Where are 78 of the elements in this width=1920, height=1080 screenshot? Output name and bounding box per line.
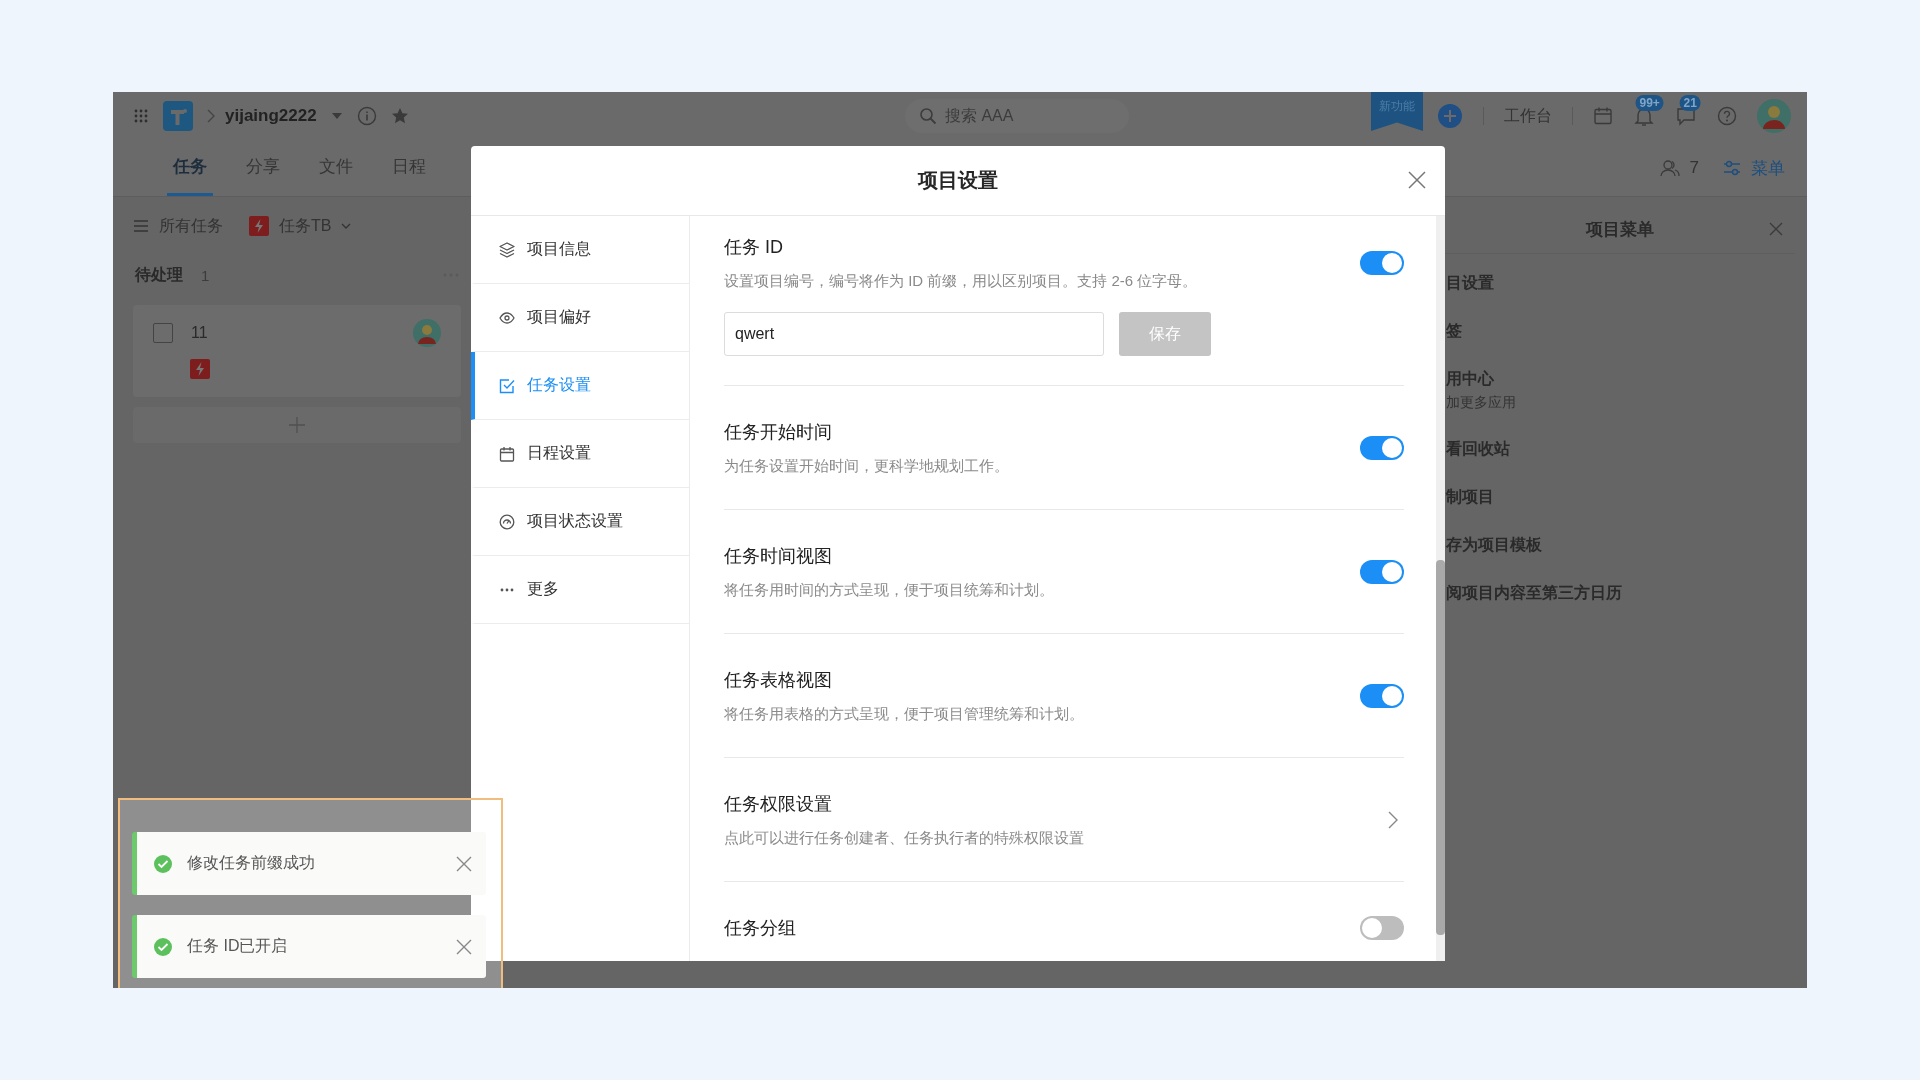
nav-tab[interactable]: 任务 [167, 140, 213, 196]
setting-title: 任务时间视图 [724, 545, 833, 568]
star-icon[interactable] [390, 107, 409, 125]
app-logo[interactable] [163, 101, 193, 131]
dialog-title: 项目设置 [918, 168, 998, 193]
toast-message: 修改任务前缀成功 [187, 853, 315, 873]
setting-description: 将任务用时间的方式呈现，便于项目统筹和计划。 [724, 580, 1054, 600]
calendar-icon[interactable] [1593, 106, 1613, 126]
notification-count: 99+ [1635, 95, 1664, 111]
layers-icon [499, 241, 515, 258]
assignee-avatar [413, 319, 441, 347]
task-id-input[interactable]: qwert [724, 312, 1104, 356]
toggle-switch[interactable] [1360, 436, 1404, 460]
setting-title: 任务开始时间 [724, 421, 833, 444]
settings-nav-item[interactable]: 日程设置 [471, 420, 689, 488]
close-icon[interactable] [456, 855, 472, 872]
menu-item[interactable]: 阅项目内容至第三方日历 [1446, 582, 1807, 604]
sliders-icon [1723, 160, 1741, 176]
plus-icon [289, 417, 305, 433]
close-icon[interactable] [456, 938, 472, 955]
settings-nav-item[interactable]: 项目信息 [471, 216, 689, 284]
setting-description: 点此可以进行任务创建者、任务执行者的特殊权限设置 [724, 828, 1084, 848]
members-icon[interactable] [1659, 159, 1680, 177]
menu-item[interactable]: 存为项目模板 [1446, 534, 1807, 556]
calendar-icon [499, 445, 515, 462]
task-card[interactable]: 11 [133, 305, 461, 397]
menu-icon [133, 219, 149, 233]
setting-title: 任务分组 [724, 917, 796, 940]
project-name[interactable]: yijaing2222 [225, 106, 317, 126]
caret-down-icon[interactable] [330, 112, 343, 120]
column-title: 待处理 [135, 264, 183, 285]
task-title: 11 [191, 324, 208, 342]
chevron-right-icon [207, 109, 215, 123]
gauge-icon [499, 513, 515, 530]
menu-item[interactable]: 看回收站 [1446, 438, 1807, 460]
settings-nav-item[interactable]: 项目偏好 [471, 284, 689, 352]
user-avatar[interactable] [1757, 99, 1791, 133]
menu-item[interactable]: 签 [1446, 320, 1807, 342]
chevron-right-icon[interactable] [1388, 811, 1398, 829]
close-icon[interactable] [1408, 171, 1426, 189]
setting-description: 为任务设置开始时间，更科学地规划工作。 [724, 456, 1009, 476]
setting-title: 任务表格视图 [724, 669, 833, 692]
chevron-down-icon [341, 223, 352, 229]
menu-item[interactable]: 用中心 [1446, 368, 1807, 390]
more-icon [499, 587, 515, 592]
scrollbar[interactable] [1436, 216, 1445, 961]
toast-message: 任务 ID已开启 [187, 936, 288, 956]
checkbox-icon [499, 377, 515, 394]
setting-title: 任务 ID [724, 236, 784, 259]
toggle-switch[interactable] [1360, 560, 1404, 584]
close-icon[interactable] [1769, 222, 1783, 236]
menu-button[interactable]: 菜单 [1723, 156, 1785, 180]
menu-item[interactable]: 制项目 [1446, 486, 1807, 508]
help-icon[interactable] [1717, 106, 1737, 126]
panel-title: 项目菜单 [1585, 218, 1654, 241]
message-count: 21 [1679, 95, 1701, 111]
task-checkbox[interactable] [153, 323, 173, 343]
menu-item[interactable]: 目设置 [1446, 272, 1807, 294]
eye-icon [499, 311, 515, 324]
bolt-icon [249, 216, 269, 236]
success-icon [153, 936, 173, 957]
setting-description: 设置项目编号，编号将作为 ID 前缀，用以区别项目。支持 2-6 位字母。 [724, 271, 1198, 291]
toggle-switch[interactable] [1360, 916, 1404, 940]
toggle-switch[interactable] [1360, 684, 1404, 708]
settings-nav-item[interactable]: 项目状态设置 [471, 488, 689, 556]
bolt-tag-icon [190, 359, 210, 379]
setting-description: 将任务用表格的方式呈现，便于项目管理统筹和计划。 [724, 704, 1084, 724]
setting-title: 任务权限设置 [724, 793, 833, 816]
settings-nav-item[interactable]: 任务设置 [471, 352, 689, 420]
info-icon[interactable] [356, 106, 377, 126]
search-icon [919, 107, 937, 125]
toggle-switch[interactable] [1360, 251, 1404, 275]
chat-icon[interactable] [1675, 105, 1697, 127]
success-icon [153, 853, 173, 874]
apps-grid-icon[interactable] [133, 108, 149, 124]
settings-nav-item[interactable]: 更多 [471, 556, 689, 624]
member-count: 7 [1689, 158, 1699, 178]
add-button[interactable] [1437, 103, 1463, 129]
